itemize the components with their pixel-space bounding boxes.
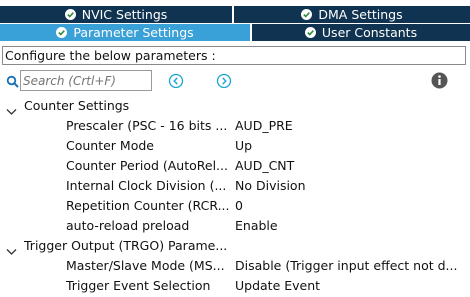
tab-label: DMA Settings (318, 7, 403, 22)
param-value[interactable]: AUD_PRE (235, 116, 465, 136)
check-circle-icon (64, 9, 76, 20)
group-counter-settings[interactable]: Counter Settings (0, 96, 470, 116)
param-row[interactable]: Counter Mode Up (0, 136, 470, 156)
param-label: Trigger Event Selection (66, 278, 211, 293)
previous-result-icon[interactable] (168, 73, 184, 89)
tab-label: User Constants (321, 25, 418, 40)
info-icon[interactable] (431, 72, 448, 89)
next-result-icon[interactable] (216, 73, 232, 89)
param-value[interactable]: Enable (235, 216, 465, 236)
group-title: Counter Settings (24, 98, 130, 113)
param-row[interactable]: Internal Clock Division (... No Division (0, 176, 470, 196)
tab-label: NVIC Settings (81, 7, 168, 22)
param-row[interactable]: Master/Slave Mode (MS... Disable (Trigge… (0, 256, 470, 276)
chevron-down-icon[interactable] (6, 102, 17, 115)
tab-nvic-settings[interactable]: NVIC Settings (0, 6, 234, 23)
group-trigger-output[interactable]: Trigger Output (TRGO) Parame... (0, 236, 470, 256)
param-row[interactable]: Counter Period (AutoRel... AUD_CNT (0, 156, 470, 176)
param-label: Counter Period (AutoRel... (66, 158, 228, 173)
param-value[interactable]: AUD_CNT (235, 156, 465, 176)
search-icon[interactable] (6, 74, 20, 88)
search-bar (0, 69, 470, 93)
check-circle-icon (301, 9, 313, 20)
group-title: Trigger Output (TRGO) Parame... (24, 238, 228, 253)
param-label: auto-reload preload (66, 218, 190, 233)
param-value[interactable]: Disable (Trigger input effect not d... (235, 256, 465, 276)
configure-header: Configure the below parameters : (2, 46, 466, 65)
param-value[interactable]: No Division (235, 176, 465, 196)
param-label: Counter Mode (66, 138, 154, 153)
param-value[interactable]: Update Event (235, 276, 465, 296)
tab-dma-settings[interactable]: DMA Settings (234, 6, 470, 23)
param-value[interactable]: 0 (235, 196, 465, 216)
chevron-down-icon[interactable] (6, 242, 17, 255)
check-circle-icon (304, 27, 316, 38)
tab-parameter-settings[interactable]: Parameter Settings (0, 24, 252, 41)
tab-row-2: Parameter Settings User Constants (0, 24, 470, 41)
check-circle-icon (56, 27, 68, 38)
param-row[interactable]: Prescaler (PSC - 16 bits ... AUD_PRE (0, 116, 470, 136)
param-label: Prescaler (PSC - 16 bits ... (66, 118, 228, 133)
search-input[interactable] (20, 70, 152, 91)
param-row[interactable]: Trigger Event Selection Update Event (0, 276, 470, 296)
param-row[interactable]: Repetition Counter (RCR... 0 (0, 196, 470, 216)
param-label: Internal Clock Division (... (66, 178, 227, 193)
param-label: Master/Slave Mode (MS... (66, 258, 225, 273)
param-value[interactable]: Up (235, 136, 465, 156)
tab-user-constants[interactable]: User Constants (252, 24, 470, 41)
tab-label: Parameter Settings (73, 25, 194, 40)
param-label: Repetition Counter (RCR... (66, 198, 230, 213)
param-row[interactable]: auto-reload preload Enable (0, 216, 470, 236)
tab-row-1: NVIC Settings DMA Settings (0, 6, 470, 23)
